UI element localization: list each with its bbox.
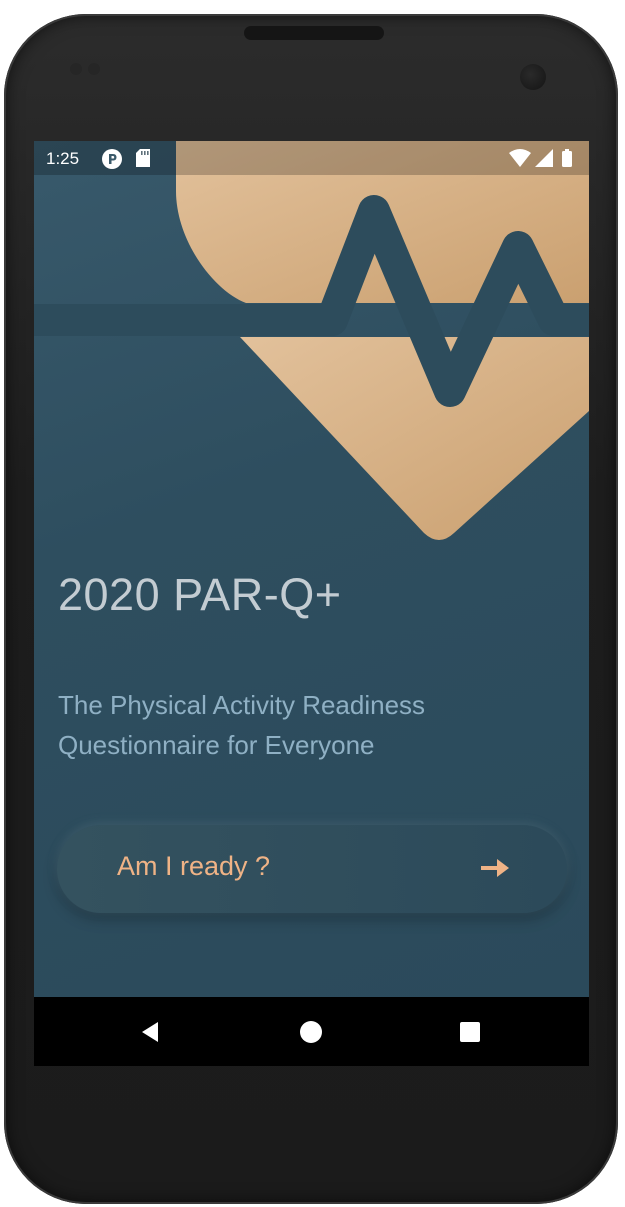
wifi-icon bbox=[509, 149, 531, 167]
battery-icon bbox=[562, 149, 572, 167]
page-subtitle: The Physical Activity Readiness Question… bbox=[58, 690, 426, 760]
heart-pulse-icon bbox=[34, 141, 589, 540]
back-icon[interactable] bbox=[138, 1019, 164, 1045]
recent-apps-icon[interactable] bbox=[457, 1019, 483, 1045]
page-title: 2020 PAR-Q+ bbox=[58, 569, 342, 620]
status-right-icons bbox=[509, 149, 572, 167]
sd-card-icon bbox=[136, 149, 150, 167]
home-icon[interactable] bbox=[298, 1019, 324, 1045]
phone-screen: 1:25 2020 PAR-Q+ The Physical Activity R… bbox=[34, 141, 589, 1066]
speaker-grill bbox=[244, 26, 384, 40]
status-time: 1:25 bbox=[46, 149, 80, 168]
cell-signal-icon bbox=[535, 149, 553, 167]
status-bar: 1:25 bbox=[34, 141, 589, 175]
navigation-bar bbox=[34, 997, 589, 1066]
app-screen: 1:25 2020 PAR-Q+ The Physical Activity R… bbox=[34, 141, 589, 997]
am-i-ready-button[interactable]: Am I ready ? bbox=[57, 825, 567, 913]
arrow-right-icon bbox=[481, 859, 509, 877]
front-sensor bbox=[70, 62, 110, 76]
front-camera bbox=[520, 64, 546, 90]
am-i-ready-label: Am I ready ? bbox=[117, 851, 271, 881]
p-notification-icon bbox=[102, 149, 122, 169]
